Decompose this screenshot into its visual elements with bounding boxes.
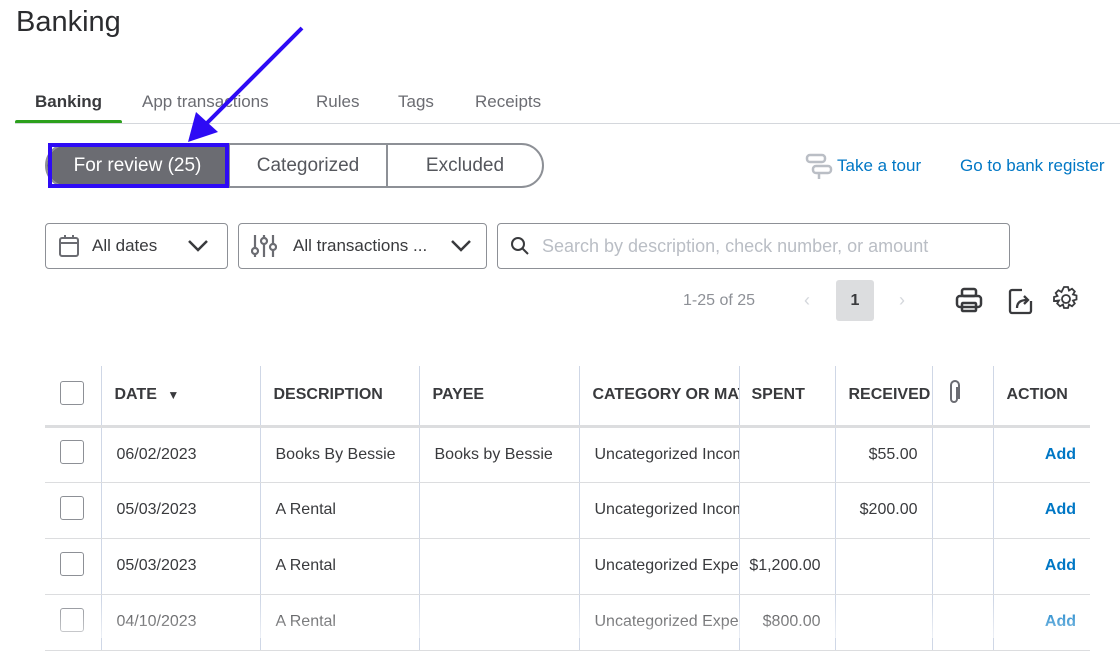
- export-icon[interactable]: [1008, 287, 1034, 315]
- description-cell: A Rental: [259, 482, 419, 539]
- payee-column-header[interactable]: PAYEE: [418, 366, 579, 428]
- chevron-down-icon: [188, 240, 208, 252]
- attachment-cell: [931, 426, 993, 483]
- action-column-header: ACTION: [992, 366, 1090, 428]
- table-row[interactable]: 06/02/2023 Books By Bessie Books by Bess…: [45, 426, 1090, 483]
- next-page-button[interactable]: ›: [899, 290, 905, 311]
- add-button[interactable]: Add: [992, 538, 1090, 595]
- sliders-icon: [251, 235, 277, 257]
- scroll-fade: [0, 600, 1120, 638]
- chevron-down-icon: [451, 240, 471, 252]
- select-all-checkbox[interactable]: [60, 380, 84, 405]
- description-column-header[interactable]: DESCRIPTION: [259, 366, 419, 428]
- spent-cell: [738, 426, 835, 483]
- received-column-header[interactable]: RECEIVED: [834, 366, 932, 428]
- take-a-tour-link[interactable]: Take a tour: [837, 156, 921, 176]
- date-filter-dropdown[interactable]: All dates: [45, 223, 228, 269]
- search-icon: [511, 237, 529, 255]
- category-cell[interactable]: Uncategorized Expense: [578, 538, 739, 595]
- attachment-cell: [931, 482, 993, 539]
- search-input[interactable]: Search by description, check number, or …: [497, 223, 1010, 269]
- payee-cell[interactable]: [418, 538, 579, 595]
- gear-icon[interactable]: [1052, 285, 1080, 313]
- category-cell[interactable]: Uncategorized Income: [578, 426, 739, 483]
- print-icon[interactable]: [955, 286, 983, 314]
- attachment-column-header: [931, 366, 993, 428]
- category-column-header[interactable]: CATEGORY OR MATCH: [578, 366, 739, 428]
- spent-column-header[interactable]: SPENT: [738, 366, 835, 428]
- row-checkbox[interactable]: [60, 495, 84, 520]
- date-column-header[interactable]: DATE ▼: [100, 366, 260, 428]
- prev-page-button[interactable]: ‹: [804, 290, 810, 311]
- date-cell: 05/03/2023: [100, 538, 260, 595]
- transaction-filter-value: All transactions ...: [293, 236, 428, 255]
- date-cell: 06/02/2023: [100, 426, 260, 483]
- description-cell: A Rental: [259, 538, 419, 595]
- sort-down-icon: ▼: [167, 388, 180, 403]
- pagination-range: 1-25 of 25: [683, 292, 756, 309]
- add-button[interactable]: Add: [992, 426, 1090, 483]
- add-button[interactable]: Add: [992, 482, 1090, 539]
- spent-cell: $1,200.00: [738, 538, 835, 595]
- table-row[interactable]: 05/03/2023 A Rental Uncategorized Income…: [45, 482, 1090, 539]
- received-cell: $200.00: [834, 482, 932, 539]
- date-filter-value: All dates: [92, 236, 158, 255]
- date-cell: 05/03/2023: [100, 482, 260, 539]
- search-placeholder: Search by description, check number, or …: [542, 235, 929, 256]
- calendar-icon: [59, 235, 79, 257]
- received-cell: [834, 538, 932, 595]
- attachment-cell: [931, 538, 993, 595]
- description-cell: Books By Bessie: [259, 426, 419, 483]
- payee-cell[interactable]: [418, 482, 579, 539]
- category-cell[interactable]: Uncategorized Income: [578, 482, 739, 539]
- signpost-icon: [805, 153, 833, 179]
- paperclip-icon: [949, 379, 960, 403]
- go-to-bank-register-link[interactable]: Go to bank register: [960, 156, 1105, 176]
- payee-cell[interactable]: Books by Bessie: [418, 426, 579, 483]
- received-cell: $55.00: [834, 426, 932, 483]
- row-checkbox[interactable]: [60, 440, 84, 464]
- spent-cell: [738, 482, 835, 539]
- annotation-arrow-icon: [188, 26, 304, 142]
- page-1-button[interactable]: 1: [836, 280, 874, 321]
- transaction-filter-dropdown[interactable]: All transactions ...: [238, 223, 487, 269]
- table-header-row: DATE ▼ DESCRIPTION PAYEE CATEGORY OR MAT…: [45, 366, 1090, 428]
- table-row[interactable]: 05/03/2023 A Rental Uncategorized Expens…: [45, 538, 1090, 595]
- row-checkbox[interactable]: [60, 551, 84, 576]
